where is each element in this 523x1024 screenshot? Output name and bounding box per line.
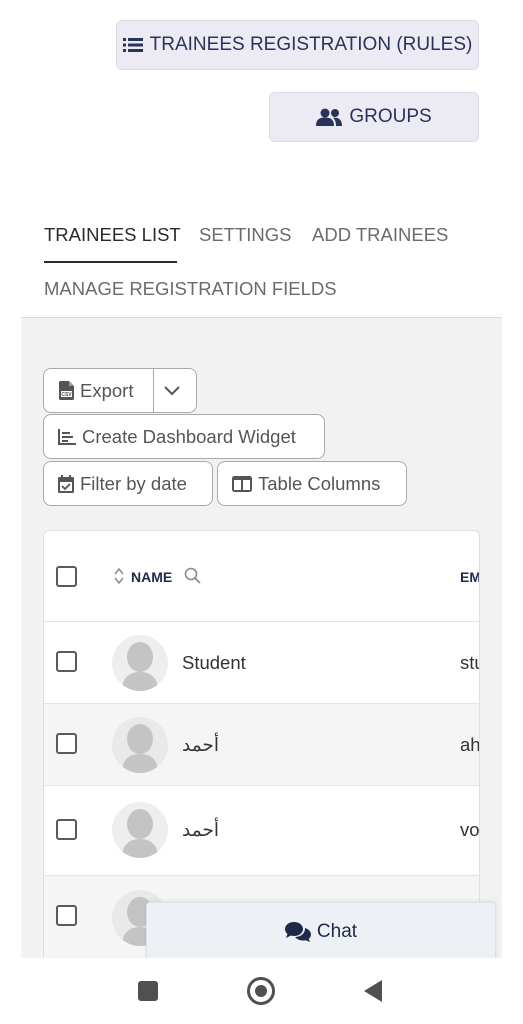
filter-button-label: Filter by date	[80, 472, 187, 494]
table-row[interactable]: أحمد ah	[44, 704, 479, 786]
svg-text:CSV: CSV	[61, 392, 72, 398]
list-icon	[122, 38, 143, 52]
select-all-checkbox[interactable]	[56, 566, 77, 587]
user-silhouette-icon	[122, 809, 158, 858]
trainee-name: أحمد	[182, 819, 219, 840]
tab-trainees-list[interactable]: TRAINEES LIST	[44, 224, 181, 246]
user-silhouette-icon	[122, 724, 158, 773]
rules-button-label: TRAINEES REGISTRATION (RULES)	[149, 34, 473, 55]
columns-icon	[232, 475, 252, 492]
avatar	[112, 635, 168, 691]
trainee-name: Student	[182, 652, 246, 673]
export-button[interactable]: CSV Export	[44, 369, 154, 412]
columns-button-label: Table Columns	[258, 472, 381, 494]
comments-icon	[284, 921, 311, 942]
sort-icon[interactable]	[114, 568, 124, 584]
csv-file-icon: CSV	[59, 381, 74, 400]
trainees-registration-rules-button[interactable]: TRAINEES REGISTRATION (RULES)	[116, 20, 479, 70]
avatar	[112, 802, 168, 858]
trainee-name: أحمد	[182, 734, 219, 755]
calendar-icon	[58, 474, 74, 493]
chat-button[interactable]: Chat	[146, 902, 496, 960]
export-button-group: CSV Export	[43, 368, 197, 413]
page: TRAINEES REGISTRATION (RULES) GROUPS TRA…	[0, 0, 523, 1024]
table-header-row: NAME EM	[44, 531, 479, 622]
home-icon[interactable]	[247, 977, 275, 1005]
create-dashboard-widget-button[interactable]: Create Dashboard Widget	[43, 414, 325, 459]
active-tab-indicator	[44, 261, 177, 263]
user-silhouette-icon	[122, 642, 158, 691]
recents-icon[interactable]	[138, 981, 158, 1001]
search-icon[interactable]	[184, 567, 202, 585]
chart-icon	[58, 428, 76, 445]
row-checkbox[interactable]	[56, 651, 77, 672]
name-column-header[interactable]: NAME	[131, 569, 172, 585]
row-checkbox[interactable]	[56, 733, 77, 754]
groups-button[interactable]: GROUPS	[269, 92, 479, 142]
email-column-header[interactable]: EM	[460, 569, 479, 585]
trainee-email: ah	[460, 734, 480, 755]
export-dropdown-toggle[interactable]	[154, 369, 196, 412]
export-label: Export	[80, 379, 134, 401]
table-row[interactable]: Student stu	[44, 622, 479, 704]
users-icon	[316, 108, 343, 126]
groups-button-label: GROUPS	[349, 106, 432, 127]
tab-manage-registration-fields[interactable]: MANAGE REGISTRATION FIELDS	[44, 278, 337, 300]
row-checkbox[interactable]	[56, 819, 77, 840]
back-icon[interactable]	[364, 980, 382, 1002]
chevron-down-icon	[164, 385, 180, 395]
table-columns-button[interactable]: Table Columns	[217, 461, 407, 506]
row-checkbox[interactable]	[56, 905, 77, 926]
trainee-email: vo	[460, 819, 480, 840]
filter-by-date-button[interactable]: Filter by date	[43, 461, 213, 506]
trainee-email: stu	[460, 652, 479, 673]
system-navigation-bar	[0, 958, 523, 1024]
tab-add-trainees[interactable]: ADD TRAINEES	[312, 224, 448, 246]
widget-button-label: Create Dashboard Widget	[82, 425, 296, 447]
tab-settings[interactable]: SETTINGS	[199, 224, 292, 246]
avatar	[112, 717, 168, 773]
table-row[interactable]: أحمد vo	[44, 786, 479, 876]
chat-label: Chat	[316, 920, 358, 942]
